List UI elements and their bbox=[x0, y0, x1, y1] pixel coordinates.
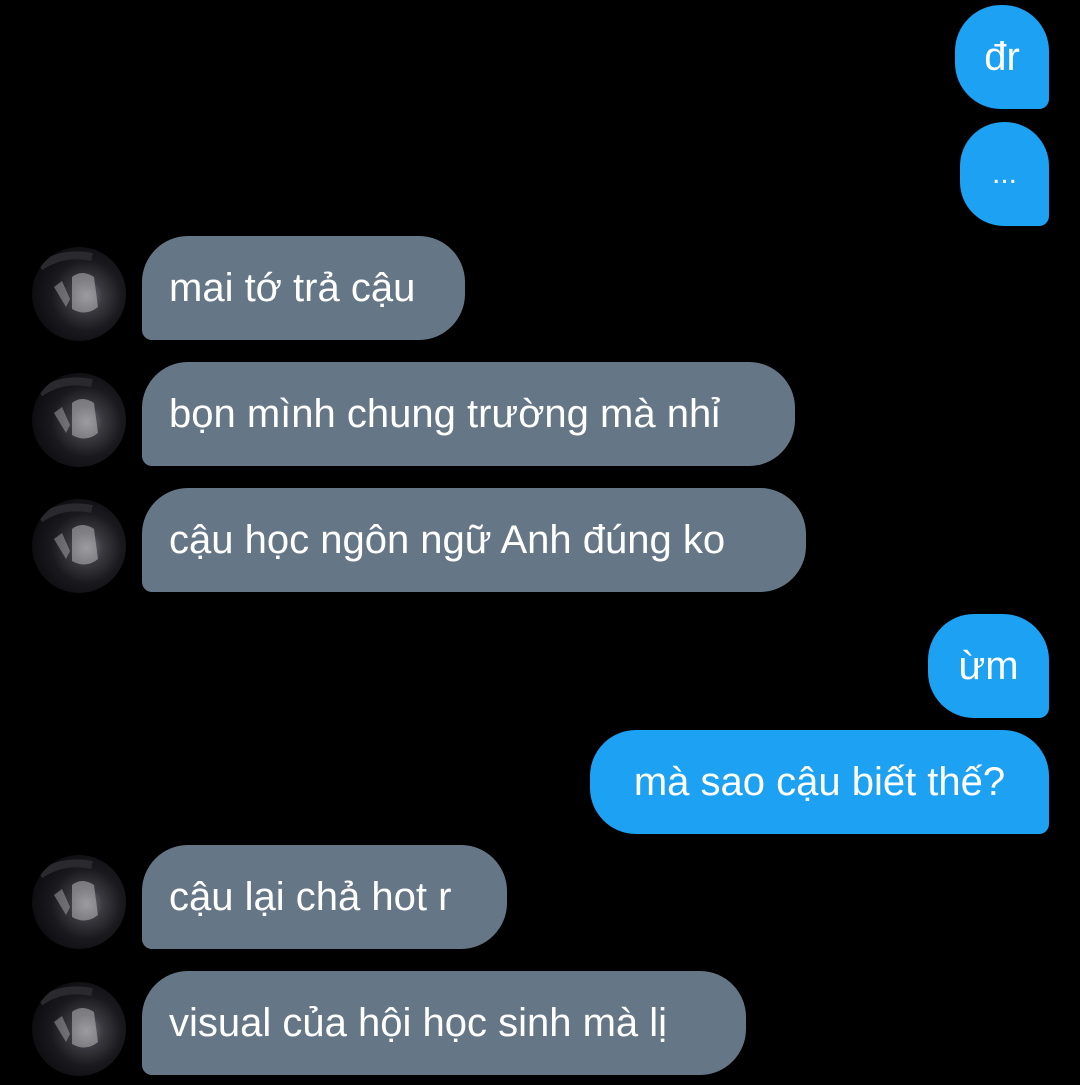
contact-avatar[interactable] bbox=[32, 855, 126, 949]
contact-avatar[interactable] bbox=[32, 982, 126, 1076]
message-bubble-received[interactable]: mai tớ trả cậu bbox=[142, 236, 465, 340]
user-avatar-icon bbox=[37, 986, 98, 1048]
user-avatar-icon bbox=[37, 859, 98, 921]
message-bubble-received[interactable]: visual của hội học sinh mà lị bbox=[142, 971, 746, 1075]
contact-avatar[interactable] bbox=[32, 247, 126, 341]
message-bubble-sent[interactable]: ... bbox=[960, 122, 1049, 226]
message-bubble-sent[interactable]: ừm bbox=[928, 614, 1049, 718]
contact-avatar[interactable] bbox=[32, 499, 126, 593]
message-bubble-received[interactable]: cậu học ngôn ngữ Anh đúng ko bbox=[142, 488, 806, 592]
message-text: ừm bbox=[958, 644, 1019, 688]
message-text: visual của hội học sinh mà lị bbox=[169, 1001, 668, 1045]
message-bubble-sent[interactable]: đr bbox=[955, 5, 1049, 109]
message-bubble-received[interactable]: cậu lại chả hot r bbox=[142, 845, 507, 949]
message-text: mai tớ trả cậu bbox=[169, 266, 416, 310]
user-avatar-icon bbox=[37, 251, 98, 313]
message-text: ... bbox=[991, 157, 1017, 190]
user-avatar-icon bbox=[37, 377, 98, 439]
user-avatar-icon bbox=[37, 503, 98, 565]
message-text: bọn mình chung trường mà nhỉ bbox=[169, 392, 721, 436]
message-text: cậu học ngôn ngữ Anh đúng ko bbox=[169, 518, 726, 562]
message-bubble-received[interactable]: bọn mình chung trường mà nhỉ bbox=[142, 362, 795, 466]
message-text: cậu lại chả hot r bbox=[169, 875, 452, 919]
contact-avatar[interactable] bbox=[32, 373, 126, 467]
message-text: mà sao cậu biết thế? bbox=[633, 760, 1006, 804]
message-text: đr bbox=[984, 35, 1020, 79]
message-bubble-sent[interactable]: mà sao cậu biết thế? bbox=[590, 730, 1049, 834]
